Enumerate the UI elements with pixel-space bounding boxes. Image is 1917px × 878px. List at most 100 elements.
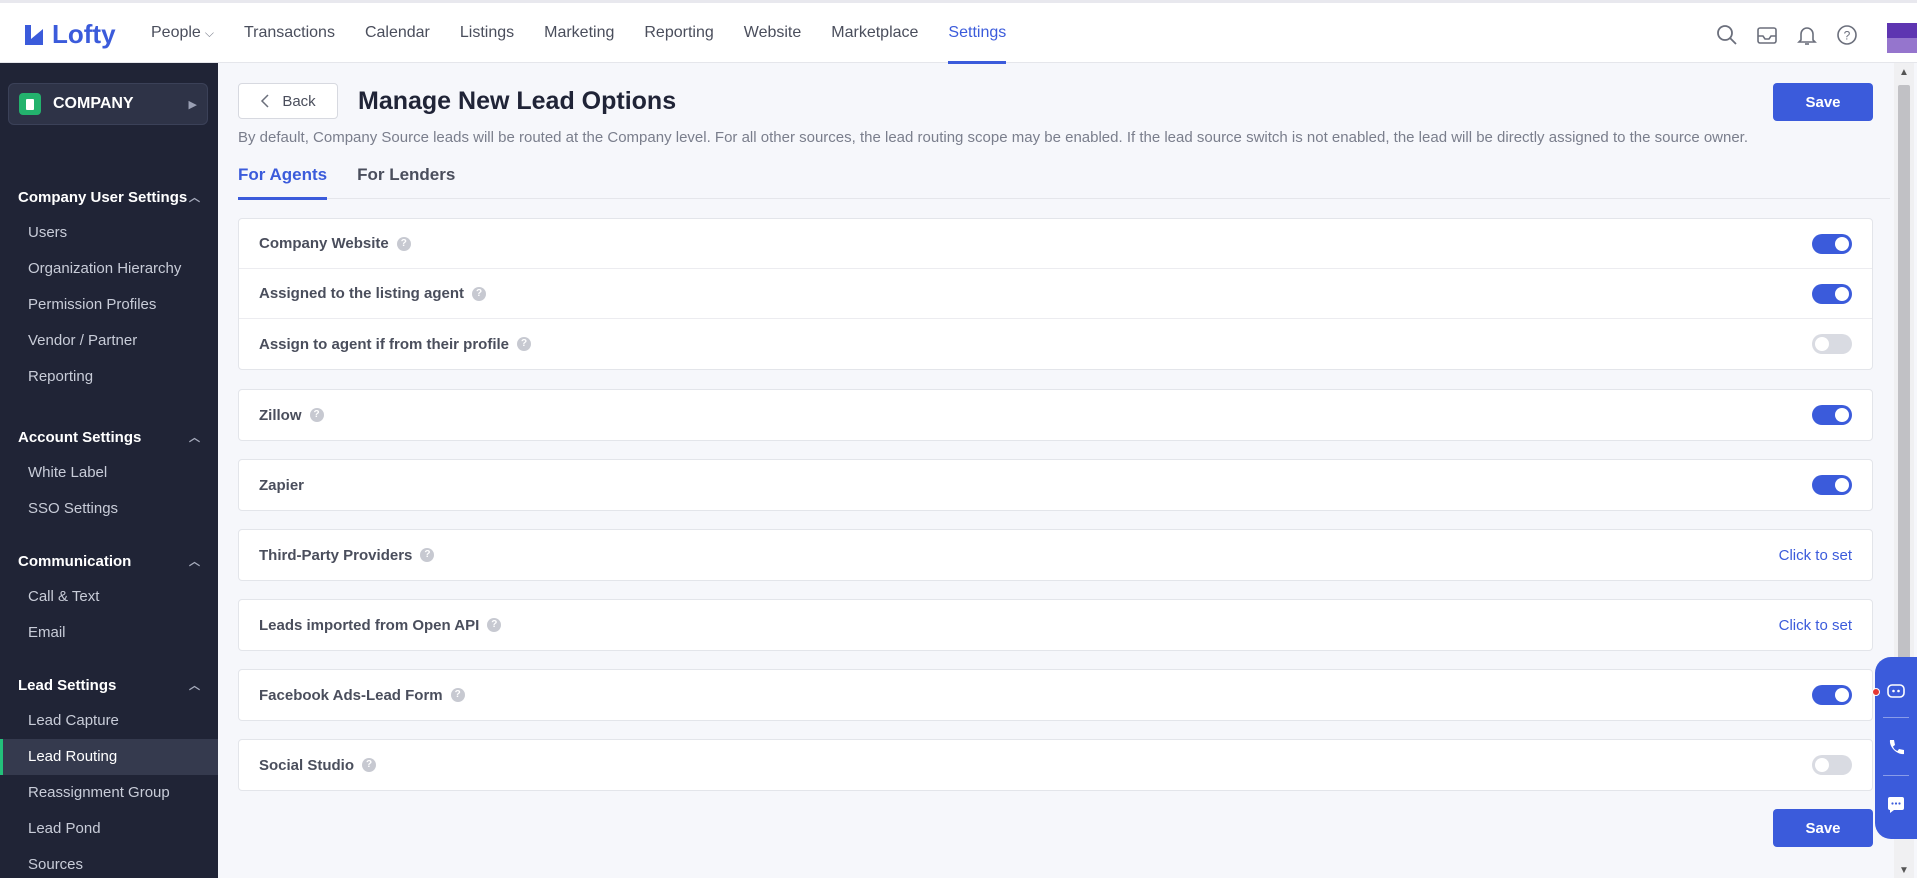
back-button[interactable]: Back <box>238 83 338 119</box>
help-tooltip-icon[interactable]: ? <box>472 286 487 301</box>
scroll-thumb[interactable] <box>1898 85 1910 715</box>
sidebar-item-permission-profiles[interactable]: Permission Profiles <box>0 287 218 323</box>
scroll-up-arrow-icon[interactable]: ▲ <box>1899 67 1909 78</box>
toggle-switch[interactable] <box>1812 334 1852 354</box>
chevron-up-icon: ︿ <box>189 556 200 568</box>
company-switcher[interactable]: COMPANY ▶ <box>8 83 208 125</box>
sidebar-item-users[interactable]: Users <box>0 215 218 251</box>
nav-item-label: Reporting <box>644 24 714 41</box>
nav-item-label: Settings <box>948 24 1007 41</box>
chat-bot-icon[interactable] <box>1885 680 1907 702</box>
nav-item-listings[interactable]: Listings <box>460 3 514 63</box>
nav-item-calendar[interactable]: Calendar <box>365 3 430 63</box>
sidebar-item-white-label[interactable]: White Label <box>0 455 218 491</box>
nav-item-people[interactable]: People ⌵ <box>151 3 214 63</box>
help-tooltip-icon[interactable]: ? <box>309 408 324 422</box>
phone-icon[interactable] <box>1885 737 1907 759</box>
sidebar-section-header[interactable]: Lead Settings ︿ <box>0 667 218 703</box>
chevron-up-icon: ︿ <box>189 432 200 444</box>
search-icon[interactable] <box>1715 23 1739 47</box>
help-tooltip-icon[interactable]: ? <box>362 758 377 772</box>
help-icon[interactable]: ? <box>1835 23 1859 47</box>
lead-source-card: Leads imported from Open API? Click to se… <box>238 599 1873 651</box>
toggle-switch[interactable] <box>1812 405 1852 425</box>
save-button[interactable]: Save <box>1773 83 1873 121</box>
avatar[interactable] <box>1887 23 1917 53</box>
sidebar-section-lead-settings: Lead Settings ︿ Lead Capture Lead Routing Re… <box>0 667 218 878</box>
nav-item-reporting[interactable]: Reporting <box>644 3 713 63</box>
sidebar-item-reporting[interactable]: Reporting <box>0 359 218 395</box>
lead-source-row-leads-imported-from-open-api: Leads imported from Open API? Click to se… <box>239 600 1872 650</box>
sidebar-item-organization-hierarchy[interactable]: Organization Hierarchy <box>0 251 218 287</box>
nav-item-label: People <box>151 24 201 41</box>
lead-source-card: Zillow? <box>238 389 1873 441</box>
sidebar-section-title: Communication <box>18 552 132 570</box>
support-widget <box>1872 657 1917 839</box>
sidebar-item-vendor-partner[interactable]: Vendor / Partner <box>0 323 218 359</box>
toggle-switch[interactable] <box>1812 283 1852 304</box>
widget-divider <box>1883 717 1909 718</box>
lead-source-label: Zapier <box>259 476 305 494</box>
sidebar-section-header[interactable]: Account Settings ︿ <box>0 419 218 455</box>
lead-source-label: Third-Party Providers <box>259 546 413 564</box>
row-label-group: Zillow? <box>259 407 324 424</box>
toggle-switch[interactable] <box>1812 755 1852 775</box>
lead-source-card: Third-Party Providers? Click to set <box>238 529 1873 581</box>
sidebar-item-call-text[interactable]: Call & Text <box>0 579 218 615</box>
nav-item-marketplace[interactable]: Marketplace <box>831 3 918 63</box>
row-label-group: Assign to agent if from their profile? <box>259 335 532 353</box>
sidebar-item-sso-settings[interactable]: SSO Settings <box>0 491 218 527</box>
help-tooltip-icon[interactable]: ? <box>420 548 435 562</box>
toggle-switch[interactable] <box>1812 233 1852 254</box>
inbox-icon[interactable] <box>1755 23 1779 47</box>
lead-source-row-third-party-providers: Third-Party Providers? Click to set <box>239 530 1872 580</box>
sidebar-section-header[interactable]: Company User Settings ︿ <box>0 179 218 215</box>
tab-for-agents[interactable]: For Agents <box>238 165 328 200</box>
sidebar-item-lead-capture[interactable]: Lead Capture <box>0 703 218 739</box>
lead-source-card: Zapier <box>238 459 1873 511</box>
save-button-bottom[interactable]: Save <box>1773 809 1873 847</box>
help-tooltip-icon[interactable]: ? <box>450 688 465 702</box>
page-title: Manage New Lead Options <box>358 87 677 115</box>
nav-item-website[interactable]: Website <box>744 3 802 63</box>
settings-sidebar: COMPANY ▶ Company User Settings ︿ Users Org… <box>0 63 218 878</box>
row-label-group: Assigned to the listing agent? <box>259 285 487 302</box>
widget-divider <box>1883 775 1909 776</box>
toggle-switch[interactable] <box>1812 685 1852 705</box>
sidebar-section-account-settings: Account Settings ︿ White Label SSO Settings <box>0 419 218 527</box>
sidebar-item-lead-routing[interactable]: Lead Routing <box>0 739 218 775</box>
click-to-set-link[interactable]: Click to set <box>1779 617 1852 634</box>
nav-item-label: Listings <box>459 24 515 41</box>
help-tooltip-icon[interactable]: ? <box>396 236 411 251</box>
message-icon[interactable] <box>1885 794 1907 816</box>
building-icon <box>19 93 41 115</box>
tabs: For Agents For Lenders <box>238 165 1890 200</box>
caret-right-icon: ▶ <box>188 98 197 111</box>
click-to-set-link[interactable]: Click to set <box>1779 547 1852 564</box>
sidebar-item-lead-pond[interactable]: Lead Pond <box>0 811 218 847</box>
chevron-up-icon: ︿ <box>189 680 200 692</box>
sidebar-item-email[interactable]: Email <box>0 615 218 651</box>
nav-item-transactions[interactable]: Transactions <box>244 3 335 63</box>
lead-source-row-social-studio: Social Studio? <box>239 740 1872 790</box>
bell-icon[interactable] <box>1795 23 1819 47</box>
sidebar-section-title: Account Settings <box>18 428 142 446</box>
nav-item-marketing[interactable]: Marketing <box>544 3 614 63</box>
sidebar-item-reassignment-group[interactable]: Reassignment Group <box>0 775 218 811</box>
lead-source-label: Social Studio <box>259 756 355 774</box>
nav-item-settings[interactable]: Settings <box>948 3 1007 64</box>
chevron-left-icon <box>261 94 269 108</box>
toggle-switch[interactable] <box>1812 475 1852 495</box>
help-tooltip-icon[interactable]: ? <box>517 337 532 351</box>
row-label-group: Facebook Ads-Lead Form? <box>259 687 465 704</box>
help-tooltip-icon[interactable]: ? <box>487 618 502 632</box>
lead-source-label: Assign to agent if from their profile <box>259 335 510 353</box>
scroll-down-arrow-icon[interactable]: ▼ <box>1899 865 1909 876</box>
sidebar-item-sources[interactable]: Sources <box>0 847 218 878</box>
tab-for-lenders[interactable]: For Lenders <box>357 165 455 199</box>
lead-source-label: Zillow <box>259 406 302 424</box>
notification-dot <box>1872 688 1880 696</box>
lead-source-label: Facebook Ads-Lead Form <box>259 686 443 704</box>
sidebar-section-header[interactable]: Communication ︿ <box>0 543 218 579</box>
lofty-logo[interactable]: Lofty <box>22 19 116 50</box>
